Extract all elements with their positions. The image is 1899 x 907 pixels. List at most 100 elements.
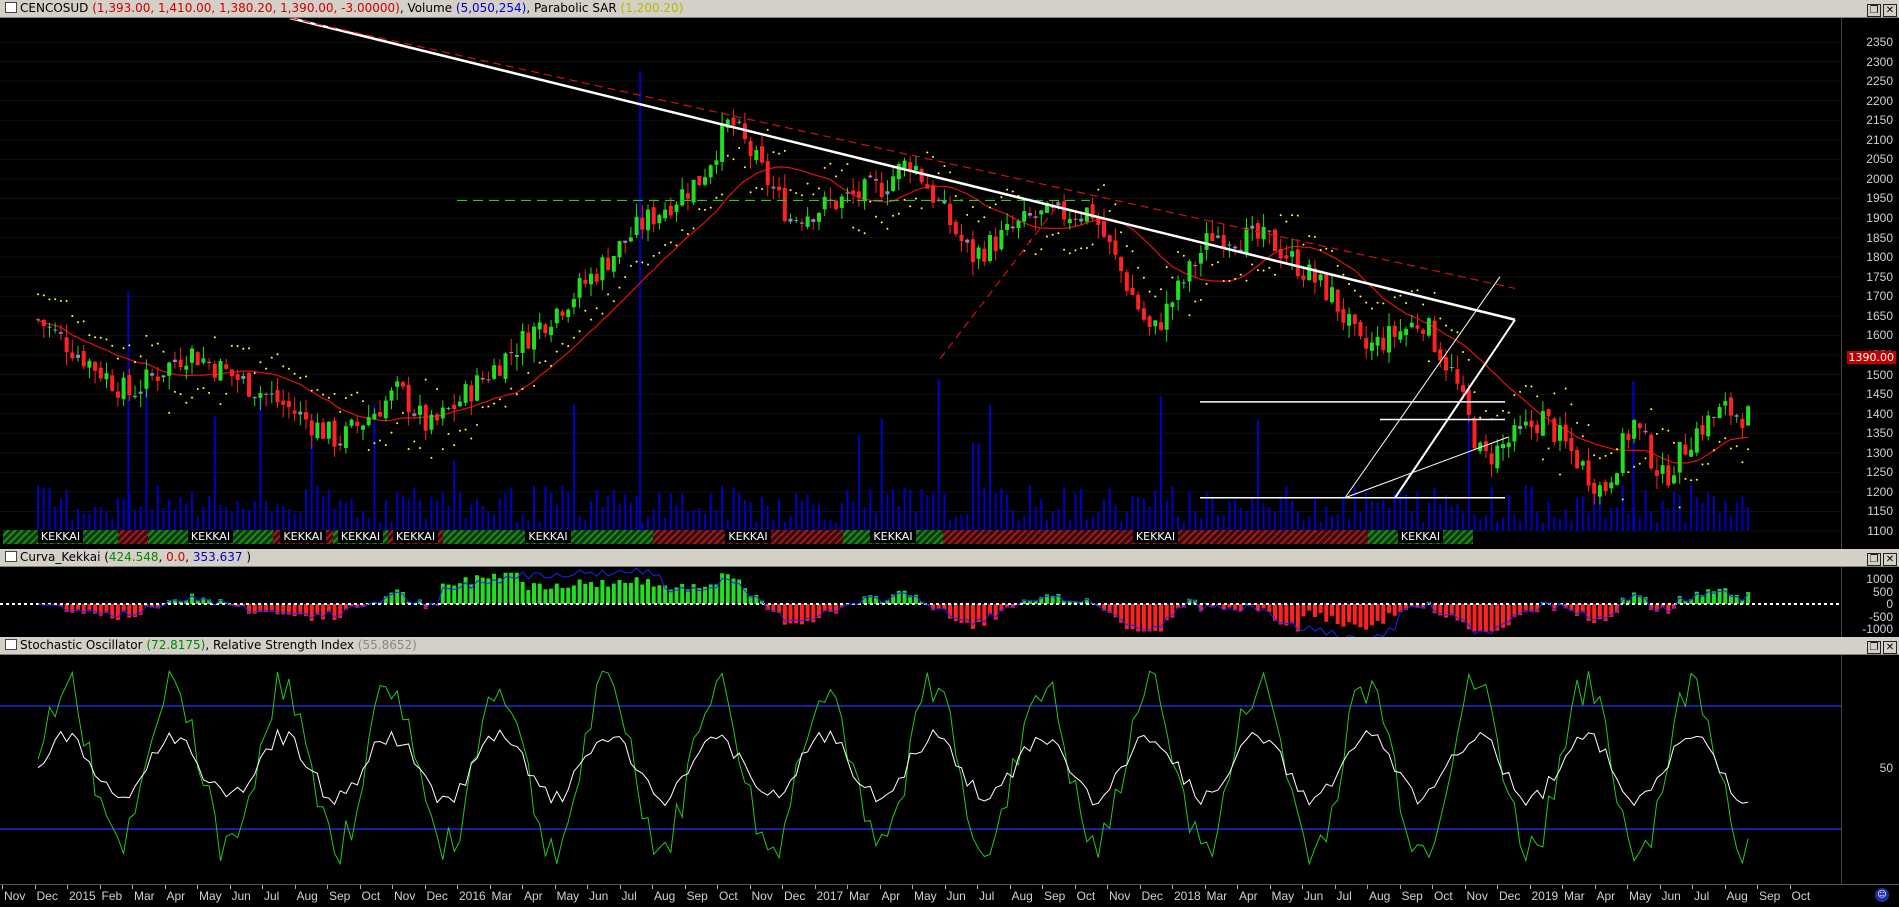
x-tick-mark [99, 885, 101, 889]
parabolic-sar-dot [909, 205, 912, 208]
candle-body [241, 375, 246, 379]
curva-plot[interactable] [0, 567, 1841, 637]
parabolic-sar-dot [1638, 462, 1641, 465]
volume-bar [521, 513, 524, 531]
x-tick-mark [1334, 885, 1336, 889]
candle-body [788, 218, 793, 222]
x-tick-mark [1692, 885, 1693, 889]
volume-bar [1570, 520, 1573, 531]
candle-body [1700, 425, 1705, 435]
candle-body [372, 413, 377, 420]
candle-body [1073, 218, 1078, 220]
candle-body [315, 422, 320, 439]
parabolic-sar-dot [1479, 416, 1482, 419]
oscillator-plot[interactable] [0, 655, 1841, 884]
parabolic-sar-dot [1051, 233, 1054, 236]
x-tick-label: Apr [1239, 889, 1258, 903]
parabolic-sar-dot [82, 320, 85, 323]
oscillator-pane[interactable]: Stochastic Oscillator (72.8175), Relativ… [0, 637, 1899, 884]
x-tick-mark [424, 885, 426, 889]
volume-bar [926, 495, 929, 531]
parabolic-sar-dot [846, 163, 849, 166]
curva-histogram-bar [1478, 604, 1483, 632]
curva-histogram-bar [1301, 604, 1306, 617]
candle-body [292, 410, 297, 414]
parabolic-sar-dot [1650, 408, 1653, 411]
candle-body [1352, 314, 1357, 324]
volume-bar [971, 442, 974, 531]
curva-histogram-bar [1347, 604, 1352, 623]
curva-histogram-bar [1746, 592, 1751, 604]
parabolic-sar-dot [458, 429, 461, 432]
x-tick-mark [717, 885, 718, 889]
candle-body [611, 255, 616, 272]
parabolic-sar-dot [418, 447, 421, 450]
parabolic-sar-dot [578, 330, 581, 333]
restore-icon[interactable]: ❐ [1867, 4, 1881, 17]
candle-body [1540, 410, 1545, 436]
price-pane[interactable]: CENCOSUD (1,393.00, 1,410.00, 1,380.20, … [0, 0, 1899, 549]
scroll-corner-icon[interactable]: ☺ [1875, 888, 1889, 902]
candle-body [75, 354, 80, 358]
curva-histogram-bar [634, 577, 639, 604]
close-icon[interactable]: ✕ [1883, 553, 1897, 566]
parabolic-sar-dot [601, 312, 604, 315]
parabolic-sar-dot [413, 440, 416, 443]
volume-bar [1519, 521, 1522, 531]
parabolic-sar-dot [1313, 235, 1316, 238]
candle-body [526, 332, 531, 349]
parabolic-sar-dot [276, 353, 279, 356]
candle-body [663, 209, 668, 219]
kekkai-band-label: KEKKAI [1132, 530, 1179, 543]
curva-kekkai-pane[interactable]: Curva_Kekkai (424.548, 0.0, 353.637 ) ❐ ✕… [0, 549, 1899, 637]
price-plot[interactable] [0, 18, 1841, 549]
volume-bar [1627, 513, 1630, 531]
candle-body [1130, 287, 1135, 295]
candle-body [708, 165, 713, 178]
volume-bar [316, 485, 319, 531]
x-tick-mark [1562, 885, 1563, 889]
candle-body [480, 377, 485, 380]
volume-bar [1553, 516, 1556, 531]
restore-icon[interactable]: ❐ [1867, 641, 1881, 654]
candle-body [1592, 482, 1597, 494]
title-part: , Parabolic SAR [526, 1, 621, 15]
volume-bar [1177, 515, 1180, 531]
candle-body [58, 332, 63, 334]
volume-bar [1558, 518, 1561, 531]
candle-body [1734, 415, 1739, 417]
parabolic-sar-dot [1057, 232, 1060, 235]
volume-bar [1034, 507, 1037, 531]
x-tick-mark [554, 885, 556, 889]
candle-body [930, 185, 935, 203]
candle-body [1062, 201, 1067, 220]
close-icon[interactable]: ✕ [1883, 641, 1897, 654]
y-tick-label: 2350 [1866, 35, 1893, 49]
x-tick-mark [34, 885, 36, 889]
parabolic-sar-dot [1473, 391, 1476, 394]
candle-body [520, 331, 525, 354]
candle-body [36, 319, 41, 321]
volume-bar [373, 403, 376, 531]
candle-body [47, 326, 52, 328]
x-tick-label: Aug [1369, 889, 1391, 903]
x-tick-label: Sep [686, 889, 708, 903]
x-tick-mark [652, 885, 653, 889]
restore-icon[interactable]: ❐ [1867, 553, 1881, 566]
y-tick-label: -1000 [1862, 622, 1893, 636]
volume-bar [1382, 500, 1385, 531]
parabolic-sar-dot [1365, 301, 1368, 304]
volume-bar [151, 509, 154, 531]
candle-body [417, 405, 422, 415]
volume-bar [1707, 492, 1710, 531]
volume-bar [988, 403, 991, 531]
volume-bar [1615, 507, 1618, 531]
parabolic-sar-dot [527, 371, 530, 374]
candle-body [1523, 421, 1528, 426]
kekkai-band: KEKKAI [1368, 530, 1473, 544]
candle-body [1210, 233, 1215, 242]
close-icon[interactable]: ✕ [1883, 4, 1897, 17]
volume-bar [99, 507, 102, 531]
kekkai-band: KEKKAI [148, 530, 273, 544]
volume-bar [1405, 493, 1408, 531]
